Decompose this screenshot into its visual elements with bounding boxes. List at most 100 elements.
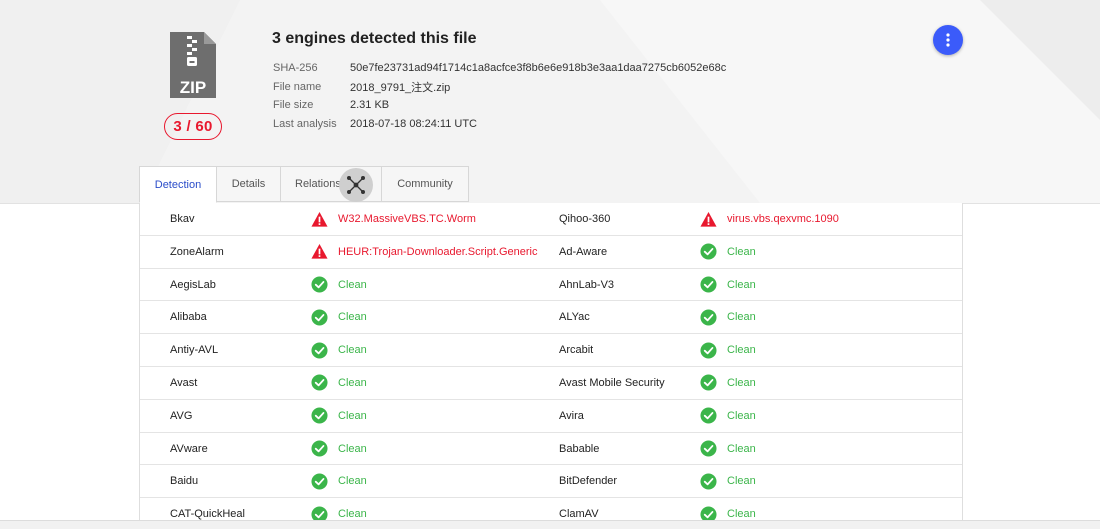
engine-name: ALYac [559,311,590,324]
clean-label: Clean [338,475,367,488]
check-circle-icon [700,342,717,359]
clean-label: Clean [727,311,756,324]
meta-key: File size [273,99,314,112]
check-circle-icon [700,440,717,457]
table-row: AegisLab Clean AhnLab-V3 Clean [140,269,962,302]
engine-name: Arcabit [559,344,594,357]
check-circle-icon [311,374,328,392]
tab-details[interactable]: Details [216,166,281,202]
clean-label: Clean [338,409,367,422]
meta-row-filename: File name 2018_9791_注文.zip [273,78,726,97]
detection-result: Clean [700,465,756,497]
detection-result: Clean [311,465,367,497]
detection-result: Clean [700,367,756,399]
check-circle-icon [700,473,717,490]
detection-result: Clean [311,301,367,333]
detection-result: Clean [700,236,756,268]
engine-name: BitDefender [559,475,618,488]
clean-label: Clean [727,376,756,389]
clean-label: Clean [727,442,756,455]
clean-label: Clean [338,344,367,357]
graph-icon[interactable] [339,168,373,202]
detection-label: W32.MassiveVBS.TC.Worm [338,213,476,225]
detection-result: Clean [311,269,367,301]
file-metadata: SHA-256 50e7fe23731ad94f1714c1a8acfce3f8… [273,59,726,133]
last-analysis-value: 2018-07-18 08:24:11 UTC [350,117,477,130]
table-row: Antiy-AVL Clean Arcabit Clean [140,334,962,367]
table-row: Bkav W32.MassiveVBS.TC.Worm Qihoo-360 virus… [140,203,962,236]
detection-label: HEUR:Trojan-Downloader.Script.Generic [338,245,538,258]
detection-result: Clean [700,269,756,301]
check-circle-icon [700,243,717,260]
meta-row-filesize: File size 2.31 KB [273,96,726,115]
tab-relations[interactable]: Relations [280,166,382,202]
check-circle-icon [311,407,328,424]
detection-result: Clean [311,334,367,366]
table-row: ZoneAlarm HEUR:Trojan-Downloader.Script.G… [140,236,962,269]
engine-name: Baidu [170,475,199,488]
table-row: Avast Clean Avast Mobile Security Clean [140,367,962,400]
detection-result: HEUR:Trojan-Downloader.Script.Generic [311,236,538,268]
engine-name: Antiy-AVL [170,344,219,357]
sha256-value[interactable]: 50e7fe23731ad94f1714c1a8acfce3f8b6e6e918… [350,62,726,74]
engine-name: Bkav [170,213,195,225]
engine-name: AVware [170,442,208,455]
warning-triangle-icon [311,211,328,227]
vertical-dots-icon [946,33,950,47]
clean-label: Clean [338,311,367,324]
clean-label: Clean [727,508,756,521]
detection-result: W32.MassiveVBS.TC.Worm [311,203,476,235]
clean-label: Clean [727,409,756,422]
clean-label: Clean [338,278,367,291]
filename-value: 2018_9791_注文.zip [350,81,451,94]
detection-result: Clean [311,433,367,465]
check-circle-icon [700,374,717,392]
table-row: AVware Clean Babable Clean [140,433,962,466]
detection-result: Clean [700,433,756,465]
clean-label: Clean [338,376,367,389]
engine-name: ZoneAlarm [170,245,224,258]
file-type-label: ZIP [180,78,206,97]
meta-key: Last analysis [273,117,337,130]
tab-relations-label: Relations [295,178,341,190]
engine-name: Avast [170,376,198,389]
more-options-button[interactable] [933,25,963,55]
detection-result: Clean [311,367,367,399]
check-circle-icon [311,342,328,359]
detection-table: Bkav W32.MassiveVBS.TC.Worm Qihoo-360 virus… [139,203,963,529]
check-circle-icon [700,276,717,293]
meta-row-sha256: SHA-256 50e7fe23731ad94f1714c1a8acfce3f8… [273,59,726,78]
clean-label: Clean [338,442,367,455]
meta-key: SHA-256 [273,62,318,75]
table-row: Baidu Clean BitDefender Clean [140,465,962,499]
clean-label: Clean [727,245,756,258]
page: ZIP 3 / 60 3 engines detected this file … [0,0,1100,529]
warning-triangle-icon [700,211,717,227]
engine-name: Avira [559,409,584,422]
tab-community[interactable]: Community [381,166,469,202]
check-circle-icon [311,309,328,326]
table-row: AVG Clean Avira Clean [140,400,962,433]
clean-label: Clean [338,508,367,521]
engine-name: AVG [170,409,193,422]
clean-label: Clean [727,344,756,357]
detection-result: Clean [311,400,367,432]
meta-row-last-analysis: Last analysis 2018-07-18 08:24:11 UTC [273,115,726,134]
warning-triangle-icon [311,244,328,259]
clean-label: Clean [727,278,756,291]
horizontal-scrollbar[interactable] [0,520,1100,529]
tab-detection[interactable]: Detection [139,166,217,203]
meta-key: File name [273,80,322,93]
check-circle-icon [311,473,328,490]
check-circle-icon [700,309,717,326]
detection-label: virus.vbs.qexvmc.1090 [727,213,839,225]
check-circle-icon [311,440,328,457]
engine-name: Ad-Aware [559,245,608,258]
tab-bar: Detection Details Relations Community [139,166,469,203]
detection-result: Clean [700,301,756,333]
table-row: Alibaba Clean ALYac Clean [140,301,962,335]
engine-name: AhnLab-V3 [559,278,615,291]
engine-name: Avast Mobile Security [559,376,665,389]
filesize-value: 2.31 KB [350,99,390,112]
check-circle-icon [311,276,328,293]
